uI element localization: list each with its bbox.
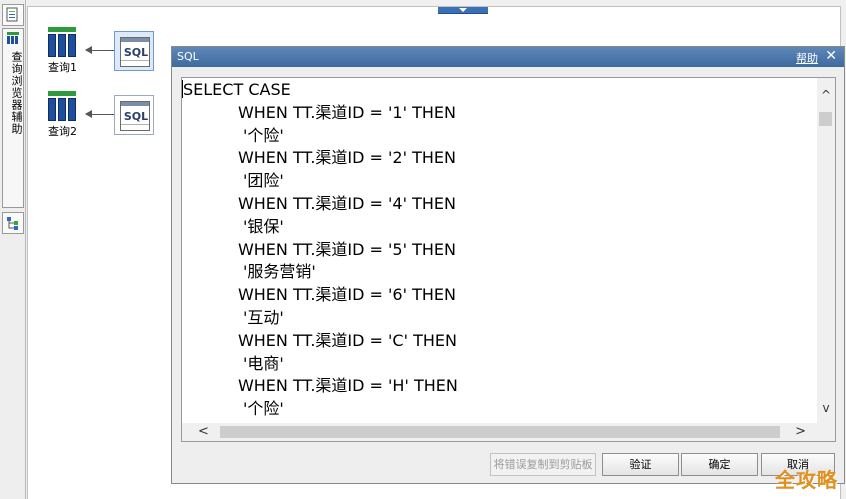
sql-icon: SQL (120, 101, 150, 131)
sql-dialog: SQL 帮助 ✕ SELECT CASE WHEN TT.渠道ID = '1' … (171, 46, 845, 484)
horizontal-scrollbar[interactable]: < > (182, 423, 818, 441)
tree-toolbar-button[interactable] (2, 212, 24, 234)
vertical-scrollbar[interactable]: ^ v (817, 78, 835, 423)
query-label: 查询1 (48, 61, 77, 74)
copy-error-button[interactable]: 将错误复制到剪贴板 (490, 453, 596, 476)
dialog-title: SQL (177, 50, 199, 63)
sql-code-line: '互动' (182, 307, 284, 327)
sql-code-line: SELECT CASE (182, 80, 291, 99)
watermark-logo: 全攻略 (775, 468, 838, 492)
sql-code-line: '电商' (182, 353, 284, 373)
ok-button[interactable]: 确定 (681, 453, 758, 476)
scroll-down-icon[interactable]: v (820, 401, 832, 415)
sql-icon: SQL (120, 37, 150, 67)
scroll-up-icon[interactable]: ^ (820, 88, 832, 102)
sql-code-line: WHEN TT.渠道ID = '4' THEN (182, 193, 456, 213)
scroll-left-icon[interactable]: < (198, 424, 209, 439)
scroll-right-icon[interactable]: > (795, 424, 806, 439)
document-toolbar-button[interactable] (2, 4, 24, 26)
document-icon (6, 7, 18, 22)
query-table-icon (48, 91, 76, 121)
vertical-scroll-thumb[interactable] (819, 112, 832, 126)
dialog-title-bar[interactable]: SQL 帮助 ✕ (172, 47, 844, 67)
query-label: 查询2 (48, 125, 77, 138)
sql-code-line: '银保' (182, 216, 284, 236)
help-link[interactable]: 帮助 (796, 50, 818, 66)
query-browser-panel-tab[interactable]: 查询浏览器辅助 (2, 28, 24, 208)
sql-code-line: '服务营销' (182, 262, 316, 282)
sql-code-line: WHEN TT.渠道ID = '5' THEN (182, 239, 456, 259)
scroll-corner (817, 423, 835, 441)
sql-node-1[interactable]: SQL (114, 31, 154, 71)
verify-button[interactable]: 验证 (602, 453, 679, 476)
sql-node-2[interactable]: SQL (114, 95, 154, 135)
query-node-2[interactable]: 查询2 (28, 91, 77, 138)
query-table-icon (48, 27, 76, 57)
sql-code-line: WHEN TT.渠道ID = 'H' THEN (182, 376, 458, 396)
collapse-panel-tab[interactable] (438, 7, 488, 14)
sql-code-line: WHEN TT.渠道ID = 'C' THEN (182, 330, 457, 350)
horizontal-scroll-thumb[interactable] (220, 426, 780, 438)
link-arrow-2 (85, 110, 114, 118)
left-toolstrip: 查询浏览器辅助 (0, 0, 26, 499)
panel-icon (7, 32, 19, 44)
close-icon[interactable]: ✕ (825, 48, 837, 64)
tree-icon (7, 217, 18, 230)
sql-code-line: WHEN TT.渠道ID = '1' THEN (182, 102, 456, 122)
sql-code-line: '个险' (182, 125, 284, 145)
link-arrow-1 (85, 46, 114, 54)
sql-code-area[interactable]: SELECT CASE WHEN TT.渠道ID = '1' THEN '个险'… (182, 78, 817, 423)
sql-code-first-char: S (183, 80, 194, 99)
sql-code-line: WHEN TT.渠道ID = '2' THEN (182, 148, 456, 168)
sql-code-line: WHEN TT.渠道ID = '6' THEN (182, 285, 456, 305)
sql-code-line: '个险' (182, 399, 284, 419)
sql-editor[interactable]: SELECT CASE WHEN TT.渠道ID = '1' THEN '个险'… (181, 77, 836, 442)
query-node-1[interactable]: 查询1 (28, 27, 77, 74)
sql-code-line: '团险' (182, 171, 284, 191)
panel-vertical-label: 查询浏览器辅助 (10, 51, 23, 135)
